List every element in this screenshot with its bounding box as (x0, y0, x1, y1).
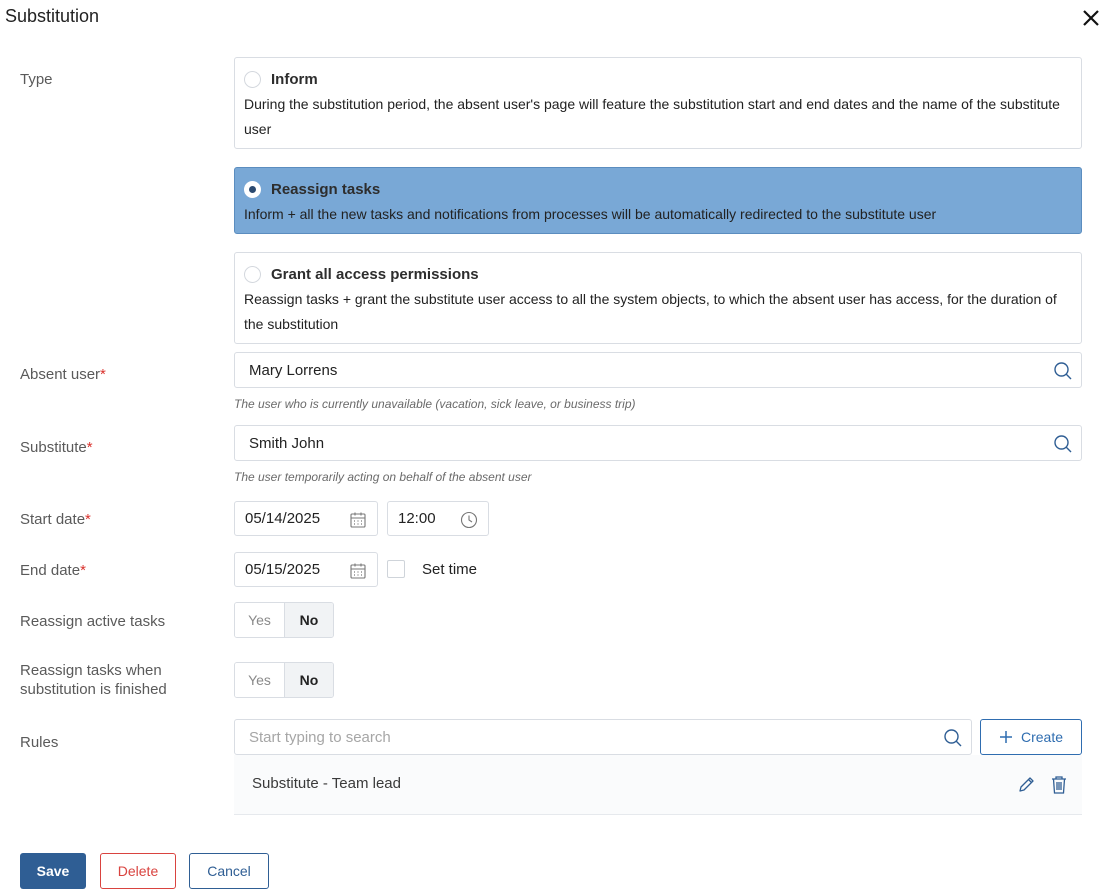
absent-user-field[interactable]: Mary Lorrens (234, 352, 1082, 388)
start-date-input[interactable]: 05/14/2025 (234, 501, 378, 536)
type-option-grant-access[interactable]: Grant all access permissions Reassign ta… (234, 252, 1082, 344)
start-time-input[interactable]: 12:00 (387, 501, 489, 536)
rules-search-placeholder: Start typing to search (249, 728, 391, 746)
set-time-label: Set time (422, 561, 478, 578)
start-date-label: Start date* (20, 511, 91, 528)
close-icon[interactable] (1079, 6, 1103, 30)
save-button[interactable]: Save (20, 853, 86, 889)
reassign-active-toggle[interactable]: Yes No (234, 602, 334, 638)
reassign-active-label: Reassign active tasks (20, 613, 166, 630)
edit-icon[interactable] (1016, 775, 1036, 795)
clock-icon[interactable] (460, 511, 478, 529)
type-option-inform[interactable]: Inform During the substitution period, t… (234, 57, 1082, 149)
delete-button[interactable]: Delete (100, 853, 176, 889)
substitute-label: Substitute* (20, 439, 93, 456)
absent-user-value: Mary Lorrens (249, 361, 338, 379)
reassign-finished-label: Reassign tasks when substitution is fini… (20, 662, 167, 698)
substitute-field[interactable]: Smith John (234, 425, 1082, 461)
type-label: Type (20, 71, 53, 88)
rules-label: Rules (20, 734, 59, 751)
reassign-active-yes[interactable]: Yes (235, 603, 284, 637)
calendar-icon[interactable] (349, 511, 367, 529)
search-icon[interactable] (943, 728, 963, 748)
set-time-checkbox[interactable] (387, 560, 405, 578)
rule-row[interactable]: Substitute - Team lead (234, 755, 1082, 815)
create-rule-button[interactable]: Create (980, 719, 1082, 755)
cancel-button[interactable]: Cancel (189, 853, 269, 889)
start-time-value: 12:00 (398, 510, 436, 527)
reassign-finished-toggle[interactable]: Yes No (234, 662, 334, 698)
type-option-title: Grant all access permissions (271, 265, 479, 283)
type-option-reassign-tasks[interactable]: Reassign tasks Inform + all the new task… (234, 167, 1082, 234)
substitute-value: Smith John (249, 434, 325, 452)
reassign-finished-yes[interactable]: Yes (235, 663, 284, 697)
absent-user-label: Absent user* (20, 366, 106, 383)
type-option-description: Reassign tasks + grant the substitute us… (244, 291, 1057, 332)
reassign-active-no[interactable]: No (284, 603, 333, 637)
end-date-label: End date* (20, 562, 86, 579)
plus-icon (999, 731, 1012, 743)
trash-icon[interactable] (1050, 775, 1068, 795)
type-option-title: Inform (271, 70, 318, 88)
calendar-icon[interactable] (349, 562, 367, 580)
type-option-description: Inform + all the new tasks and notificat… (244, 206, 937, 222)
rules-search-input[interactable]: Start typing to search (234, 719, 972, 755)
reassign-finished-no[interactable]: No (284, 663, 333, 697)
type-option-title: Reassign tasks (271, 180, 381, 198)
start-date-value: 05/14/2025 (245, 510, 321, 527)
search-icon[interactable] (1053, 361, 1073, 381)
search-icon[interactable] (1053, 434, 1073, 454)
substitute-hint: The user temporarily acting on behalf of… (234, 470, 532, 484)
dialog-title: Substitution (5, 6, 100, 26)
type-option-description: During the substitution period, the abse… (244, 96, 1060, 137)
absent-user-hint: The user who is currently unavailable (v… (234, 397, 636, 411)
radio-grant-access[interactable] (244, 265, 261, 283)
end-date-value: 05/15/2025 (245, 561, 321, 578)
radio-inform[interactable] (244, 70, 261, 88)
radio-reassign-tasks[interactable] (244, 180, 261, 198)
end-date-input[interactable]: 05/15/2025 (234, 552, 378, 587)
create-rule-label: Create (1020, 729, 1064, 745)
rule-name: Substitute - Team lead (252, 775, 401, 792)
